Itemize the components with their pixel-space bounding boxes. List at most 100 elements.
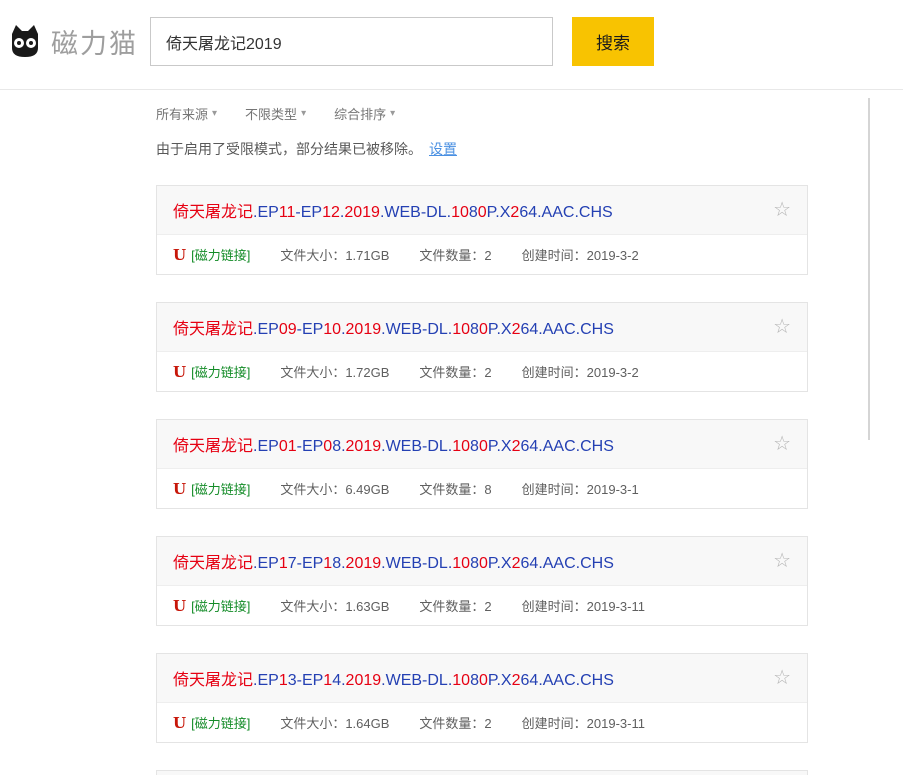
scrollbar-thumb[interactable] (868, 98, 870, 440)
header: 磁力猫 搜索 (0, 0, 903, 90)
star-icon[interactable]: ☆ (773, 200, 791, 220)
filter-source-dropdown[interactable]: 所有来源 ▾ (156, 104, 217, 123)
title-highlight: 2 (512, 555, 521, 572)
title-highlight: 1 (279, 555, 288, 572)
title-text: 64.AAC.CHS (519, 204, 612, 221)
magnet-link[interactable]: U [磁力链接] (173, 596, 250, 615)
title-text: -EP (297, 321, 324, 338)
create-time: 创建时间：2019-3-2 (522, 362, 639, 381)
title-highlight: 1 (323, 555, 332, 572)
title-highlight: 0 (479, 438, 488, 455)
settings-link[interactable]: 设置 (429, 141, 457, 157)
result-card: 倚天屠龙记.EP01-EP08.2019.WEB-DL.1080P.X264.A… (156, 419, 808, 509)
magnet-u-icon: U (173, 714, 186, 732)
magnet-link[interactable]: U [磁力链接] (173, 713, 250, 732)
result-title-link[interactable]: 倚天屠龙记.EP13-EP14.2019.WEB-DL.1080P.X264.A… (173, 666, 614, 690)
title-highlight: 0 (479, 672, 488, 689)
title-text: P.X (488, 555, 512, 572)
title-text: .EP (253, 555, 279, 572)
star-icon[interactable]: ☆ (773, 551, 791, 571)
title-highlight: 10 (451, 204, 469, 221)
filter-bar: 所有来源 ▾ 不限类型 ▾ 综合排序 ▾ (156, 90, 809, 123)
file-size: 文件大小：1.64GB (280, 713, 389, 732)
caret-down-icon: ▾ (212, 108, 217, 119)
file-count: 文件数量：2 (419, 362, 491, 381)
notice-text: 由于启用了受限模式，部分结果已被移除。 (156, 141, 422, 157)
result-title-link[interactable]: 倚天屠龙记.EP01-EP08.2019.WEB-DL.1080P.X264.A… (173, 432, 614, 456)
title-highlight: 01 (279, 438, 297, 455)
title-text: -EP (295, 204, 322, 221)
magnet-link-label: [磁力链接] (191, 245, 250, 264)
magnet-link[interactable]: U [磁力链接] (173, 245, 250, 264)
search-input[interactable] (150, 17, 553, 66)
magnet-u-icon: U (173, 363, 186, 381)
result-title-link[interactable]: 倚天屠龙记.EP09-EP10.2019.WEB-DL.1080P.X264.A… (173, 315, 614, 339)
result-title-link[interactable]: 倚天屠龙记.EP11-EP12.2019.WEB-DL.1080P.X264.A… (173, 198, 613, 222)
title-text: .EP (253, 672, 279, 689)
title-highlight: 2 (512, 438, 521, 455)
title-text: 64.AAC.CHS (521, 438, 614, 455)
create-time: 创建时间：2019-3-11 (522, 713, 645, 732)
search-button[interactable]: 搜索 (572, 17, 654, 66)
title-highlight: 10 (452, 438, 470, 455)
brand-name: 磁力猫 (51, 22, 138, 61)
title-text: 8. (332, 438, 345, 455)
title-text: 8 (469, 204, 478, 221)
title-highlight: 2019 (346, 555, 382, 572)
file-count: 文件数量：2 (419, 713, 491, 732)
title-text: 8 (470, 672, 479, 689)
result-title-row: 倚天屠龙记.EP17-EP18.2019.WEB-DL.1080P.X264.A… (157, 537, 807, 586)
title-highlight: 倚天屠龙记 (173, 672, 253, 689)
result-title-row: 倚天屠龙记.EP11-EP12.2019.WEB-DL.1080P.X264.A… (157, 186, 807, 235)
star-icon[interactable]: ☆ (773, 668, 791, 688)
magnet-u-icon: U (173, 480, 186, 498)
result-title-row: 倚天屠龙记.EP09-EP10.2019.WEB-DL.1080P.X264.A… (157, 303, 807, 352)
create-time: 创建时间：2019-3-11 (522, 596, 645, 615)
title-text: 8 (470, 321, 479, 338)
result-card: 倚天屠龙记.EP13-EP14.2019.WEB-DL.1080P.X264.A… (156, 653, 808, 743)
filter-type-label: 不限类型 (245, 104, 297, 123)
star-icon[interactable]: ☆ (773, 434, 791, 454)
file-count: 文件数量：2 (419, 596, 491, 615)
result-title-link[interactable]: 倚天屠龙记.EP17-EP18.2019.WEB-DL.1080P.X264.A… (173, 549, 614, 573)
title-text: .EP (253, 204, 279, 221)
brand-logo[interactable]: 磁力猫 (8, 22, 138, 61)
title-highlight: 1 (323, 672, 332, 689)
result-info-row: U [磁力链接] 文件大小：1.72GB 文件数量：2 创建时间：2019-3-… (157, 352, 807, 391)
filter-type-dropdown[interactable]: 不限类型 ▾ (245, 104, 306, 123)
title-highlight: 2 (512, 321, 521, 338)
title-highlight: 倚天屠龙记 (173, 555, 253, 572)
title-highlight: 10 (323, 321, 341, 338)
title-highlight: 2 (510, 204, 519, 221)
magnet-u-icon: U (173, 597, 186, 615)
title-text: 64.AAC.CHS (521, 321, 614, 338)
magnet-link[interactable]: U [磁力链接] (173, 479, 250, 498)
result-info-row: U [磁力链接] 文件大小：6.49GB 文件数量：8 创建时间：2019-3-… (157, 469, 807, 508)
title-highlight: 0 (479, 321, 488, 338)
star-icon[interactable]: ☆ (773, 317, 791, 337)
title-text: P.X (488, 672, 512, 689)
file-size: 文件大小：1.63GB (280, 596, 389, 615)
magnet-link-label: [磁力链接] (191, 596, 250, 615)
title-text: .WEB-DL. (381, 321, 452, 338)
file-count: 文件数量：8 (419, 479, 491, 498)
title-highlight: 0 (479, 555, 488, 572)
magnet-link-label: [磁力链接] (191, 713, 250, 732)
title-text: .WEB-DL. (380, 204, 451, 221)
filter-sort-dropdown[interactable]: 综合排序 ▾ (334, 104, 395, 123)
title-highlight: 0 (478, 204, 487, 221)
title-highlight: 0 (323, 438, 332, 455)
title-highlight: 2019 (344, 204, 380, 221)
magnet-u-icon: U (173, 246, 186, 264)
magnet-link[interactable]: U [磁力链接] (173, 362, 250, 381)
cat-logo-icon (8, 24, 42, 60)
file-count: 文件数量：2 (419, 245, 491, 264)
title-highlight: 倚天屠龙记 (173, 321, 253, 338)
create-time: 创建时间：2019-3-1 (522, 479, 639, 498)
file-size: 文件大小：6.49GB (280, 479, 389, 498)
title-highlight: 10 (452, 555, 470, 572)
filter-sort-label: 综合排序 (334, 104, 386, 123)
caret-down-icon: ▾ (390, 108, 395, 119)
result-info-row: U [磁力链接] 文件大小：1.63GB 文件数量：2 创建时间：2019-3-… (157, 586, 807, 625)
result-title-row: 倚天屠龙记.EP13-EP14.2019.WEB-DL.1080P.X264.A… (157, 654, 807, 703)
